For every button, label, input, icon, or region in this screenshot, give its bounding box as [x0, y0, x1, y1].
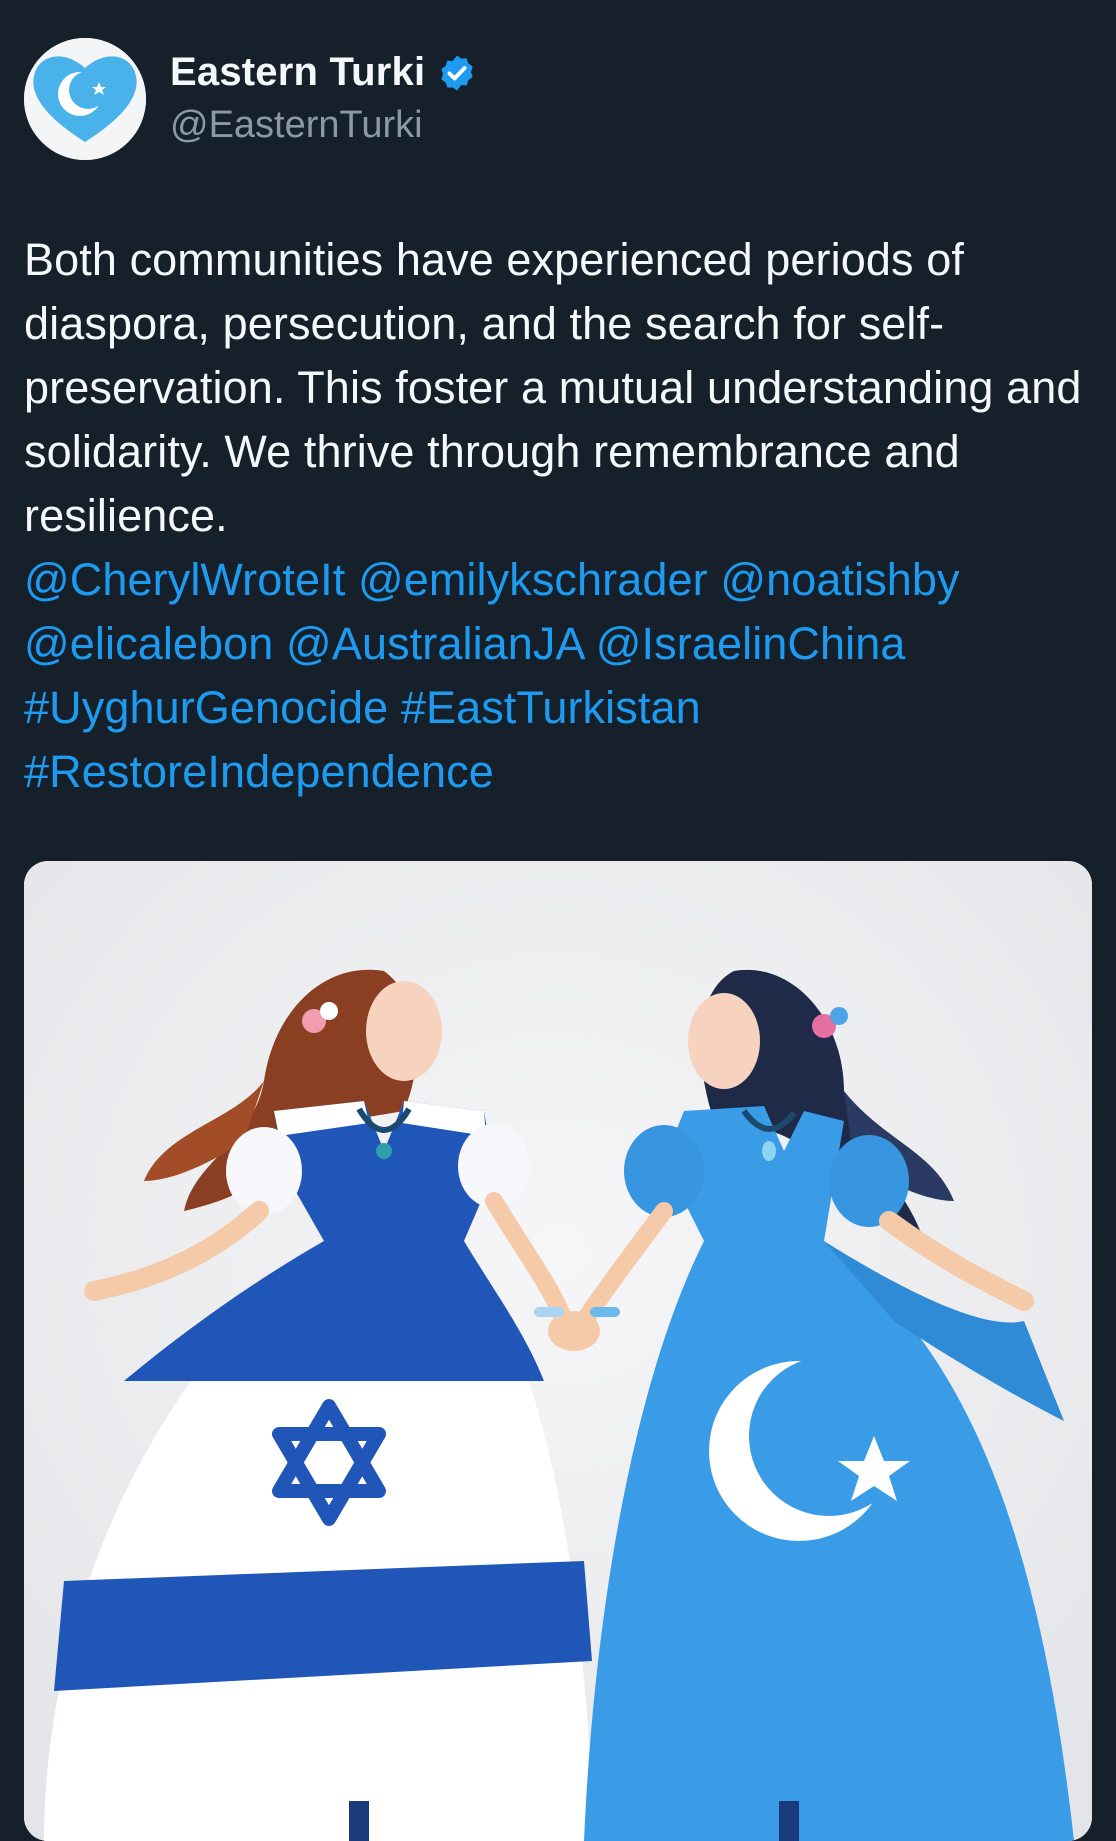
avatar[interactable]	[24, 38, 146, 160]
mention-link[interactable]: @noatishby	[720, 554, 959, 605]
crescent-star-heart-icon	[24, 38, 146, 160]
mention-link[interactable]: @emilykschrader	[358, 554, 708, 605]
name-row: Eastern Turki	[170, 50, 477, 95]
display-name[interactable]: Eastern Turki	[170, 50, 425, 95]
tweet-media-image[interactable]	[24, 861, 1092, 1841]
illustration-two-women	[24, 861, 1092, 1841]
hashtag-link[interactable]: #EastTurkistan	[401, 682, 701, 733]
mention-link[interactable]: @CherylWroteIt	[24, 554, 345, 605]
hashtag-link[interactable]: #UyghurGenocide	[24, 682, 388, 733]
mention-link[interactable]: @elicalebon	[24, 618, 273, 669]
mention-link[interactable]: @AustralianJA	[286, 618, 583, 669]
hashtag-link[interactable]: #RestoreIndependence	[24, 746, 494, 797]
user-handle[interactable]: @EasternTurki	[170, 104, 423, 147]
tweet-body: Both communities have experienced period…	[24, 234, 1082, 541]
verified-badge-icon	[441, 55, 473, 90]
tweet-header: Eastern Turki @EasternTurki	[24, 38, 1092, 162]
mention-link[interactable]: @IsraelinChina	[596, 618, 906, 669]
mention-links: @CherylWroteIt @emilykschrader @noatishb…	[24, 554, 960, 797]
tweet-text: Both communities have experienced period…	[24, 228, 1094, 804]
